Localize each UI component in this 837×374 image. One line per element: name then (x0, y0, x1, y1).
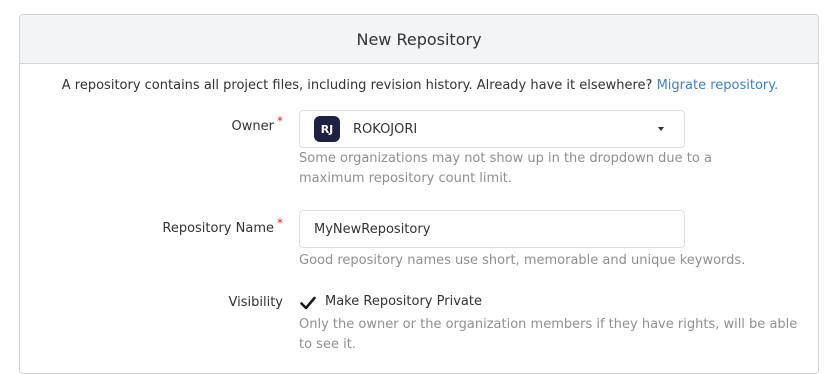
owner-label-text: Owner (231, 119, 274, 134)
visibility-label: Visibility (229, 295, 283, 310)
repository-name-label-text: Repository Name (162, 221, 274, 236)
owner-name: ROKOJORI (353, 121, 418, 137)
intro-description: A repository contains all project files,… (61, 78, 657, 93)
repository-name-help-text: Good repository names use short, memorab… (299, 253, 746, 268)
private-checkbox-label[interactable]: Make Repository Private (325, 294, 482, 309)
private-checkbox[interactable] (300, 295, 316, 311)
owner-help-text: Some organizations may not show up in th… (299, 151, 712, 186)
checkmark-icon (300, 296, 316, 310)
page-title: New Repository (356, 29, 482, 49)
repository-name-label: Repository Name * (162, 216, 283, 236)
owner-avatar: RJ (314, 116, 340, 142)
migrate-repository-link[interactable]: Migrate repository. (657, 78, 779, 93)
required-mark: * (277, 114, 283, 128)
visibility-help-text: Only the owner or the organization membe… (299, 317, 798, 352)
owner-dropdown[interactable]: RJ ROKOJORI (299, 110, 685, 148)
repository-name-input[interactable]: MyNewRepository (299, 210, 685, 248)
required-mark: * (277, 216, 283, 230)
new-repository-card: New Repository A repository contains all… (19, 14, 819, 374)
card-header: New Repository (20, 15, 818, 64)
repository-name-value: MyNewRepository (314, 221, 431, 237)
visibility-label-text: Visibility (228, 295, 283, 310)
caret-down-icon (658, 127, 664, 131)
intro-text: A repository contains all project files,… (20, 78, 820, 93)
owner-label: Owner * (231, 114, 283, 134)
